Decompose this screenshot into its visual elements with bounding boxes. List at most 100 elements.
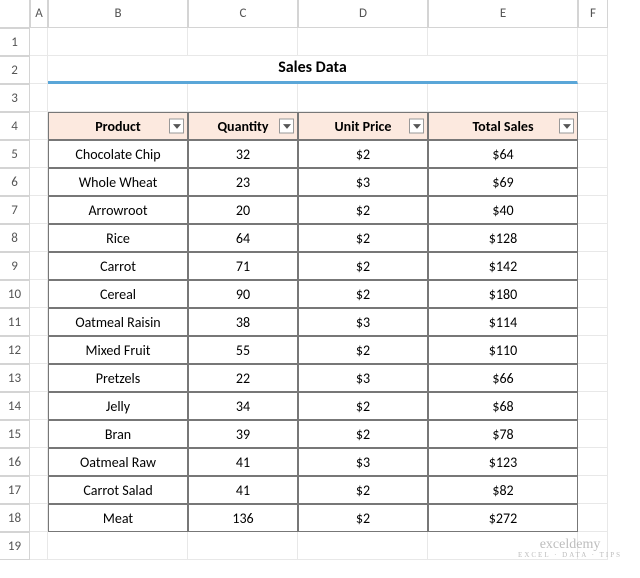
cell-quantity-4[interactable]: 71	[188, 252, 298, 280]
row-header-12[interactable]: 12	[0, 336, 30, 364]
row-header-15[interactable]: 15	[0, 420, 30, 448]
cell-quantity-11[interactable]: 41	[188, 448, 298, 476]
cell-total_sales-7[interactable]: $110	[428, 336, 578, 364]
cell-product-4[interactable]: Carrot	[48, 252, 188, 280]
header-quantity[interactable]: Quantity	[188, 112, 298, 140]
cell-unit_price-10[interactable]: $2	[298, 420, 428, 448]
cell-A10[interactable]	[30, 280, 48, 308]
header-total_sales[interactable]: Total Sales	[428, 112, 578, 140]
cell-product-0[interactable]: Chocolate Chip	[48, 140, 188, 168]
row-header-17[interactable]: 17	[0, 476, 30, 504]
col-header-E[interactable]: E	[428, 0, 578, 28]
cell-unit_price-11[interactable]: $3	[298, 448, 428, 476]
cell-quantity-2[interactable]: 20	[188, 196, 298, 224]
row-header-6[interactable]: 6	[0, 168, 30, 196]
cell-A3[interactable]	[30, 84, 48, 112]
cell-F17[interactable]	[578, 476, 608, 504]
cell-product-3[interactable]: Rice	[48, 224, 188, 252]
filter-dropdown-icon[interactable]	[169, 119, 184, 134]
col-header-A[interactable]: A	[30, 0, 48, 28]
cell-total_sales-5[interactable]: $180	[428, 280, 578, 308]
cell-A17[interactable]	[30, 476, 48, 504]
cell-F9[interactable]	[578, 252, 608, 280]
cell-F10[interactable]	[578, 280, 608, 308]
cell-quantity-1[interactable]: 23	[188, 168, 298, 196]
cell-total_sales-13[interactable]: $272	[428, 504, 578, 532]
cell-A6[interactable]	[30, 168, 48, 196]
cell-F16[interactable]	[578, 448, 608, 476]
col-header-F[interactable]: F	[578, 0, 608, 28]
row-header-16[interactable]: 16	[0, 448, 30, 476]
cell-product-8[interactable]: Pretzels	[48, 364, 188, 392]
col-header-B[interactable]: B	[48, 0, 188, 28]
cell-A8[interactable]	[30, 224, 48, 252]
row-header-14[interactable]: 14	[0, 392, 30, 420]
cell-total_sales-3[interactable]: $128	[428, 224, 578, 252]
cell-F1[interactable]	[578, 28, 608, 56]
cell-E1[interactable]	[428, 28, 578, 56]
cell-F14[interactable]	[578, 392, 608, 420]
cell-F11[interactable]	[578, 308, 608, 336]
cell-unit_price-13[interactable]: $2	[298, 504, 428, 532]
cell-A18[interactable]	[30, 504, 48, 532]
cell-quantity-7[interactable]: 55	[188, 336, 298, 364]
cell-F18[interactable]	[578, 504, 608, 532]
cell-B1[interactable]	[48, 28, 188, 56]
cell-total_sales-0[interactable]: $64	[428, 140, 578, 168]
cell-C1[interactable]	[188, 28, 298, 56]
cell-A13[interactable]	[30, 364, 48, 392]
cell-C19[interactable]	[188, 532, 298, 560]
cell-A15[interactable]	[30, 420, 48, 448]
cell-product-7[interactable]: Mixed Fruit	[48, 336, 188, 364]
cell-product-6[interactable]: Oatmeal Raisin	[48, 308, 188, 336]
cell-C3[interactable]	[188, 84, 298, 112]
row-header-1[interactable]: 1	[0, 28, 30, 56]
row-header-11[interactable]: 11	[0, 308, 30, 336]
cell-unit_price-1[interactable]: $3	[298, 168, 428, 196]
cell-quantity-10[interactable]: 39	[188, 420, 298, 448]
cell-F13[interactable]	[578, 364, 608, 392]
cell-A16[interactable]	[30, 448, 48, 476]
cell-unit_price-12[interactable]: $2	[298, 476, 428, 504]
cell-A12[interactable]	[30, 336, 48, 364]
row-header-3[interactable]: 3	[0, 84, 30, 112]
row-header-13[interactable]: 13	[0, 364, 30, 392]
cell-total_sales-9[interactable]: $68	[428, 392, 578, 420]
cell-A2[interactable]	[30, 56, 48, 84]
cell-F3[interactable]	[578, 84, 608, 112]
cell-unit_price-8[interactable]: $3	[298, 364, 428, 392]
cell-unit_price-9[interactable]: $2	[298, 392, 428, 420]
cell-E3[interactable]	[428, 84, 578, 112]
row-header-4[interactable]: 4	[0, 112, 30, 140]
cell-A9[interactable]	[30, 252, 48, 280]
cell-quantity-9[interactable]: 34	[188, 392, 298, 420]
cell-quantity-3[interactable]: 64	[188, 224, 298, 252]
cell-total_sales-2[interactable]: $40	[428, 196, 578, 224]
cell-A19[interactable]	[30, 532, 48, 560]
cell-A11[interactable]	[30, 308, 48, 336]
cell-D19[interactable]	[298, 532, 428, 560]
row-header-5[interactable]: 5	[0, 140, 30, 168]
cell-F8[interactable]	[578, 224, 608, 252]
cell-A1[interactable]	[30, 28, 48, 56]
cell-total_sales-8[interactable]: $66	[428, 364, 578, 392]
cell-product-9[interactable]: Jelly	[48, 392, 188, 420]
row-header-8[interactable]: 8	[0, 224, 30, 252]
col-header-C[interactable]: C	[188, 0, 298, 28]
cell-product-5[interactable]: Cereal	[48, 280, 188, 308]
header-unit_price[interactable]: Unit Price	[298, 112, 428, 140]
cell-A7[interactable]	[30, 196, 48, 224]
cell-total_sales-11[interactable]: $123	[428, 448, 578, 476]
cell-unit_price-6[interactable]: $3	[298, 308, 428, 336]
cell-F5[interactable]	[578, 140, 608, 168]
cell-unit_price-2[interactable]: $2	[298, 196, 428, 224]
cell-A5[interactable]	[30, 140, 48, 168]
cell-A14[interactable]	[30, 392, 48, 420]
cell-unit_price-7[interactable]: $2	[298, 336, 428, 364]
cell-D3[interactable]	[298, 84, 428, 112]
row-header-19[interactable]: 19	[0, 532, 30, 560]
cell-quantity-5[interactable]: 90	[188, 280, 298, 308]
cell-product-10[interactable]: Bran	[48, 420, 188, 448]
header-product[interactable]: Product	[48, 112, 188, 140]
cell-F2[interactable]	[578, 56, 608, 84]
